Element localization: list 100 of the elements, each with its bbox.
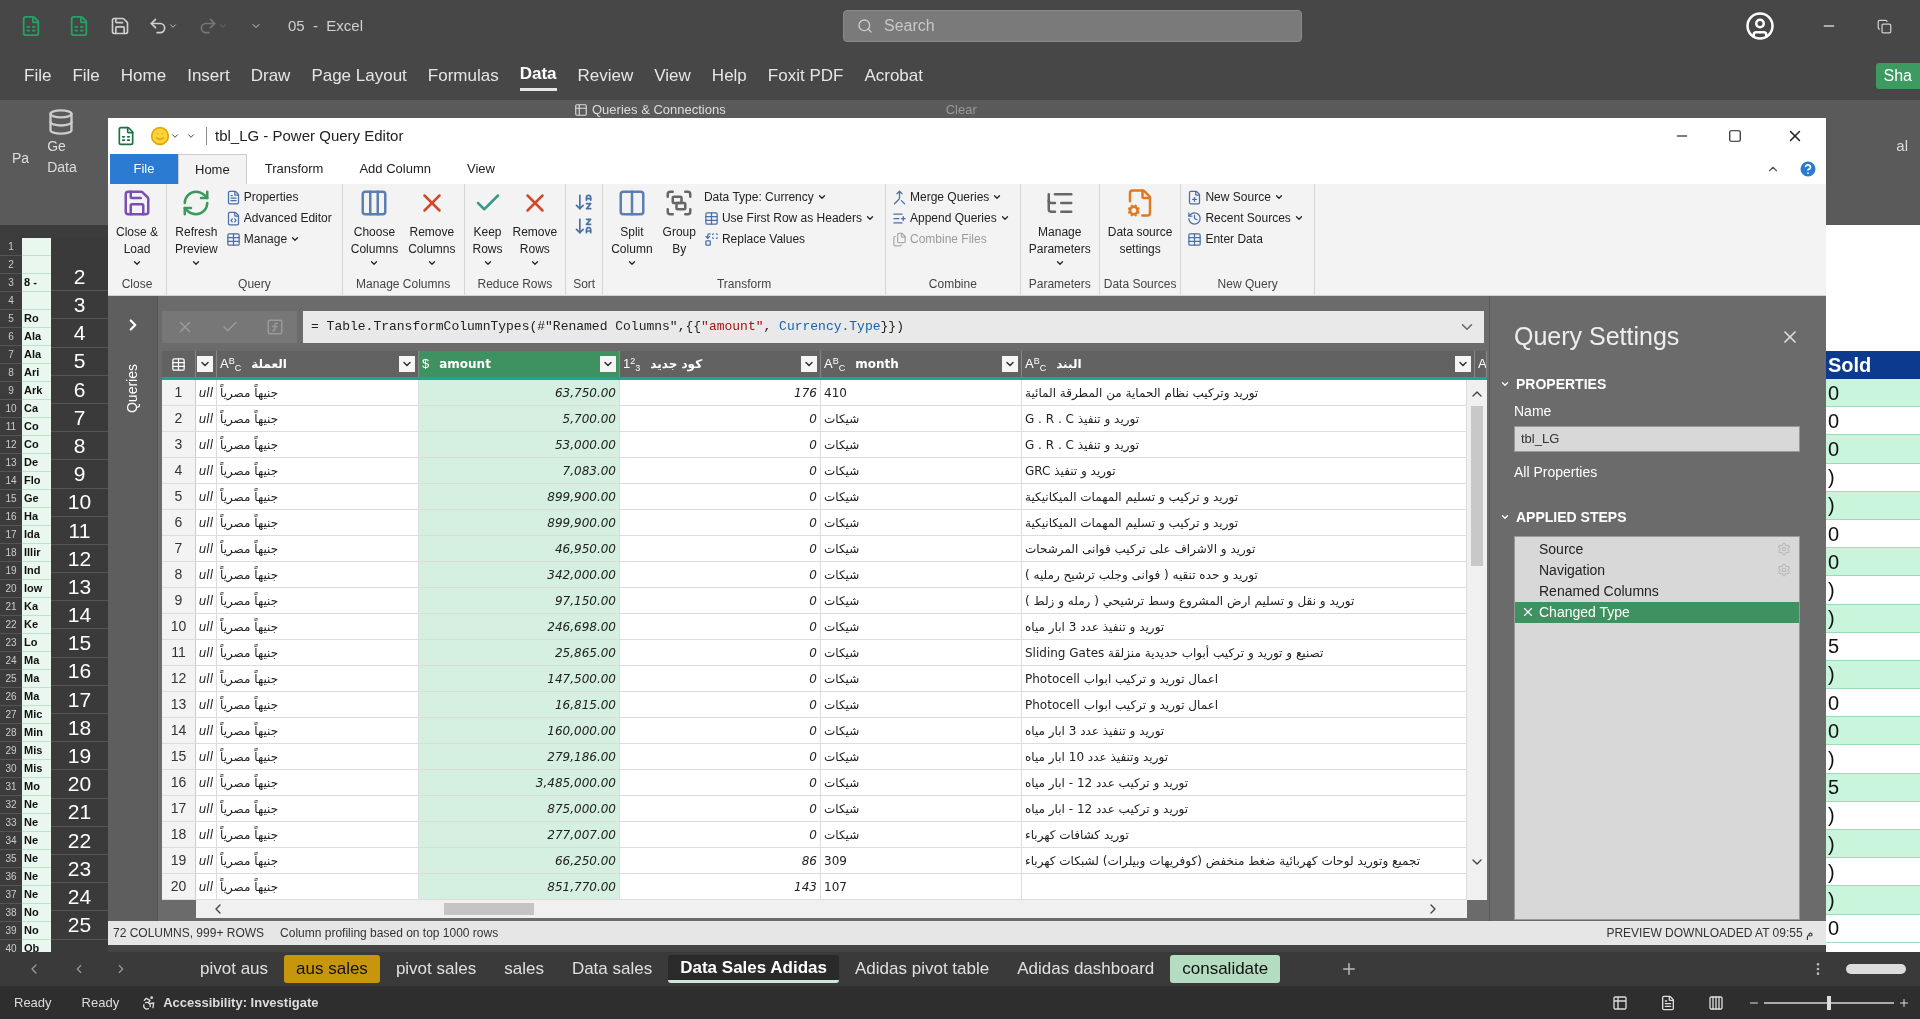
caret-icon[interactable] xyxy=(1293,213,1304,223)
menu-tab[interactable]: Review xyxy=(577,63,634,89)
dropdown-button[interactable] xyxy=(1455,356,1471,372)
step-item[interactable]: Navigation xyxy=(1515,559,1799,581)
ribbon-button[interactable]: Properties xyxy=(243,188,299,206)
ribbon-button[interactable]: Split Column xyxy=(611,224,653,258)
dropdown-button[interactable] xyxy=(600,356,616,372)
menu-tab[interactable]: Acrobat xyxy=(864,63,923,89)
ribbon-tab[interactable]: Transform xyxy=(246,154,342,184)
menu-tab[interactable]: File xyxy=(24,63,52,89)
menu-tab[interactable]: Home xyxy=(120,63,167,89)
ribbon-button[interactable]: Group By xyxy=(662,224,696,258)
caret-icon[interactable] xyxy=(1054,258,1065,268)
sheet-tab[interactable]: Adidas pivot table xyxy=(843,955,1002,983)
ribbon-button[interactable]: Advanced Editor xyxy=(243,209,332,227)
ribbon-button[interactable]: Close & Load xyxy=(116,224,159,258)
menu-tab[interactable]: Page Layout xyxy=(311,63,407,89)
page-layout-icon[interactable] xyxy=(1660,994,1676,1011)
caret-icon[interactable] xyxy=(1273,192,1284,202)
scrollbar-thumb[interactable] xyxy=(444,903,534,915)
menu-tab[interactable]: Data xyxy=(519,61,557,91)
vertical-scrollbar[interactable] xyxy=(1467,380,1487,900)
normal-view-icon[interactable] xyxy=(1612,994,1628,1011)
dropdown-button[interactable] xyxy=(1002,356,1018,372)
ribbon-button[interactable]: Merge Queries xyxy=(909,188,990,206)
sort-descending-icon[interactable] xyxy=(574,216,595,236)
ribbon-button[interactable]: New Source xyxy=(1205,188,1271,206)
ribbon-button[interactable]: al xyxy=(1896,135,1908,158)
ribbon-button[interactable]: Recent Sources xyxy=(1205,209,1291,227)
step-item[interactable]: Renamed Columns xyxy=(1515,580,1799,602)
restore-icon[interactable] xyxy=(1877,18,1892,34)
sheet-tab[interactable]: Data sales xyxy=(559,955,665,983)
ribbon-button[interactable]: Append Queries xyxy=(909,209,997,227)
sheet-tab[interactable]: consalidate xyxy=(1170,955,1281,983)
dropdown-button[interactable] xyxy=(197,356,213,372)
ribbon-button[interactable]: Data Type: Currency xyxy=(703,188,814,206)
dropdown-button[interactable] xyxy=(399,356,415,372)
ribbon-button[interactable]: Queries & Connections xyxy=(592,103,726,117)
avatar-icon[interactable] xyxy=(1745,11,1775,41)
horizontal-scrollbar[interactable] xyxy=(196,900,1467,918)
ribbon-tab[interactable]: Add Column xyxy=(341,154,449,184)
caret-icon[interactable] xyxy=(816,192,827,202)
caret-icon[interactable] xyxy=(290,234,301,244)
properties-link[interactable]: All Properties xyxy=(1514,461,1800,483)
ribbon-button[interactable]: Replace Values xyxy=(721,230,806,248)
share-button[interactable]: Sha xyxy=(1875,63,1920,89)
help-icon[interactable] xyxy=(1798,159,1818,179)
caret-icon[interactable] xyxy=(369,258,380,268)
file-tab[interactable]: File xyxy=(110,154,178,184)
sheet-tab[interactable]: pivot sales xyxy=(383,955,489,983)
menu-tab[interactable]: View xyxy=(654,63,691,89)
column-header[interactable]: A$^{B}$$_{C}$ month xyxy=(821,351,1022,377)
ribbon-button[interactable]: Choose Columns xyxy=(350,224,399,258)
dropdown-button[interactable] xyxy=(801,356,817,372)
page-break-icon[interactable] xyxy=(1708,994,1724,1011)
ribbon-button[interactable]: Data xyxy=(47,157,77,178)
column-header[interactable]: $ amount xyxy=(419,351,620,377)
undo-icon[interactable] xyxy=(148,16,168,36)
sort-ascending-icon[interactable] xyxy=(574,192,595,212)
sheet-scrollbar[interactable] xyxy=(1846,964,1906,974)
menu-tab[interactable]: Draw xyxy=(250,63,291,89)
sheet-tab[interactable]: Adidas dashboard xyxy=(1005,955,1167,983)
caret-icon[interactable] xyxy=(999,213,1010,223)
ribbon-button[interactable]: Ge xyxy=(47,136,66,157)
queries-label[interactable]: Queries xyxy=(122,364,143,414)
menu-tab[interactable]: Foxit PDF xyxy=(767,63,844,89)
column-header[interactable] xyxy=(196,351,217,377)
zoom-slider-thumb[interactable] xyxy=(1827,995,1831,1010)
scrollbar-thumb[interactable] xyxy=(1471,406,1483,566)
sheet-tab[interactable]: sales xyxy=(492,955,556,983)
step-item[interactable]: Changed Type xyxy=(1515,601,1799,623)
maximize-icon[interactable] xyxy=(1728,129,1742,143)
menu-tab[interactable]: Formulas xyxy=(427,63,499,89)
customize-icon[interactable] xyxy=(186,131,196,141)
search-field[interactable]: Search xyxy=(843,10,1303,42)
ribbon-button[interactable]: Data source settings xyxy=(1107,224,1173,258)
ribbon-button[interactable]: Use First Row as Headers xyxy=(721,209,862,227)
ribbon-button[interactable]: Enter Data xyxy=(1205,230,1263,248)
caret-icon[interactable] xyxy=(992,192,1003,202)
zoom-in-icon[interactable] xyxy=(1898,996,1910,1009)
menu-tab[interactable]: File xyxy=(72,63,100,89)
menu-tab[interactable]: Help xyxy=(711,63,747,89)
formula-field[interactable]: = Table.TransformColumnTypes(#"Renamed Columns",{{"amount", Currency.Type}}) xyxy=(303,311,1484,343)
sheet-tab[interactable]: Data Sales Adidas xyxy=(668,955,839,983)
accessibility-status[interactable]: Accessibility: Investigate xyxy=(163,992,319,1013)
ribbon-button[interactable]: Remove Columns xyxy=(408,224,456,258)
ribbon-button[interactable]: Keep Rows xyxy=(472,224,503,258)
spreadsheet-icon[interactable] xyxy=(68,15,90,37)
ribbon-tab[interactable]: View xyxy=(449,154,513,184)
caret-icon[interactable] xyxy=(482,258,493,268)
ribbon-button[interactable]: Manage Parameters xyxy=(1028,224,1091,258)
collapse-icon[interactable] xyxy=(1500,512,1510,522)
step-item[interactable]: Source xyxy=(1515,538,1799,560)
menu-tab[interactable]: Insert xyxy=(187,63,230,89)
sheet-tab[interactable]: aus sales xyxy=(284,955,380,983)
delete-icon[interactable] xyxy=(1521,605,1535,619)
caret-icon[interactable] xyxy=(191,258,202,268)
caret-icon[interactable] xyxy=(626,258,637,268)
caret-icon[interactable] xyxy=(529,258,540,268)
ribbon-button[interactable]: Remove Rows xyxy=(512,224,558,258)
